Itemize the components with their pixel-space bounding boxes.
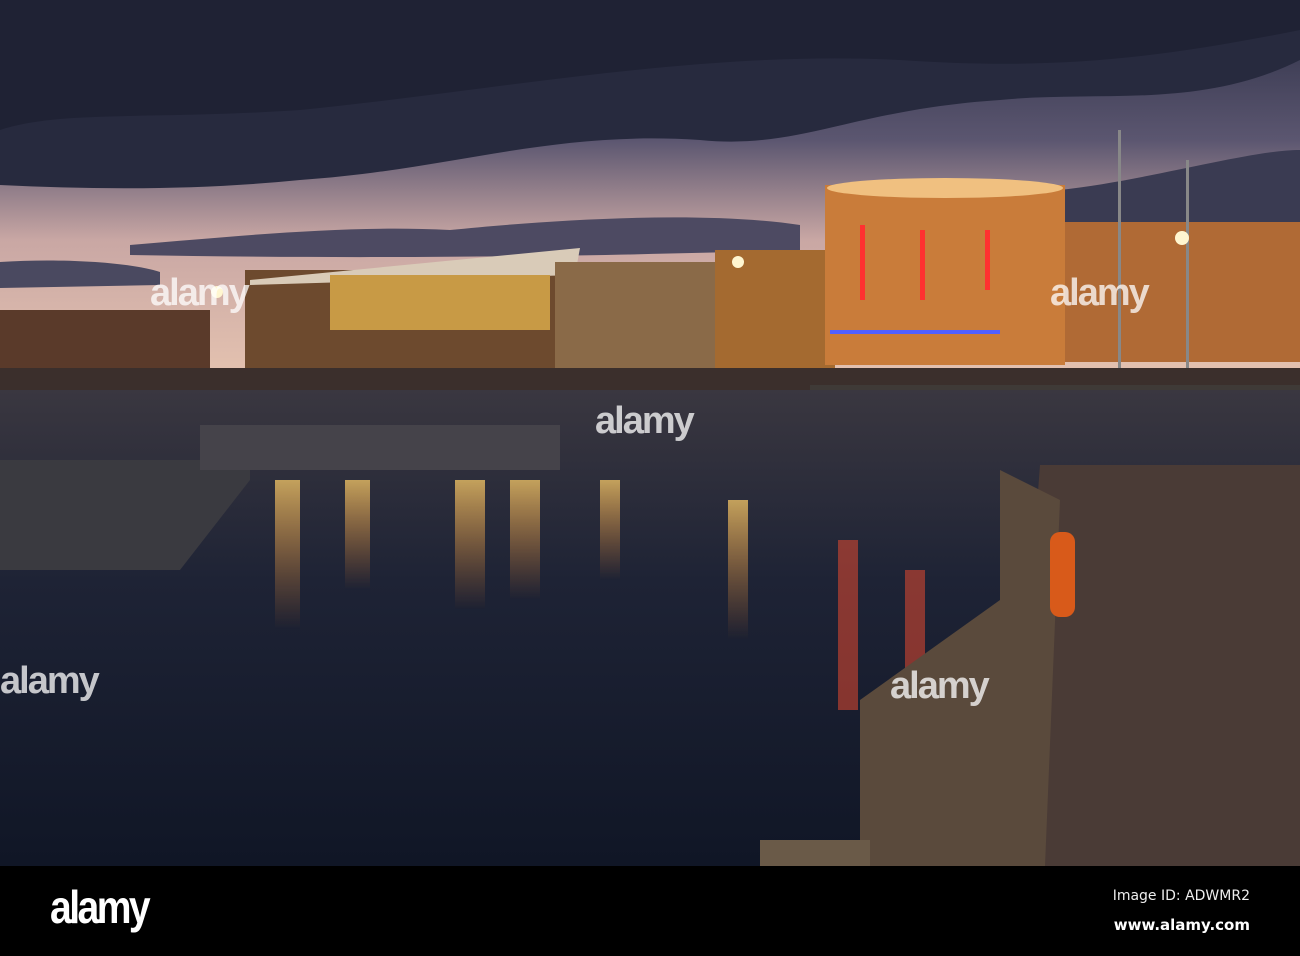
watermark: alamy xyxy=(150,272,250,314)
stock-photo: alamy alamy alamy alamy alamy alamy Imag… xyxy=(0,0,1300,956)
website-link[interactable]: www.alamy.com xyxy=(1114,916,1250,934)
watermark: alamy xyxy=(1050,272,1150,314)
image-id: Image ID: ADWMR2 xyxy=(1112,888,1250,904)
alamy-logo: alamy xyxy=(50,881,151,933)
watermark: alamy xyxy=(595,400,695,442)
watermark: alamy xyxy=(0,660,100,702)
watermark: alamy xyxy=(890,665,990,707)
footer-bar: alamy Image ID: ADWMR2 www.alamy.com xyxy=(0,866,1300,956)
